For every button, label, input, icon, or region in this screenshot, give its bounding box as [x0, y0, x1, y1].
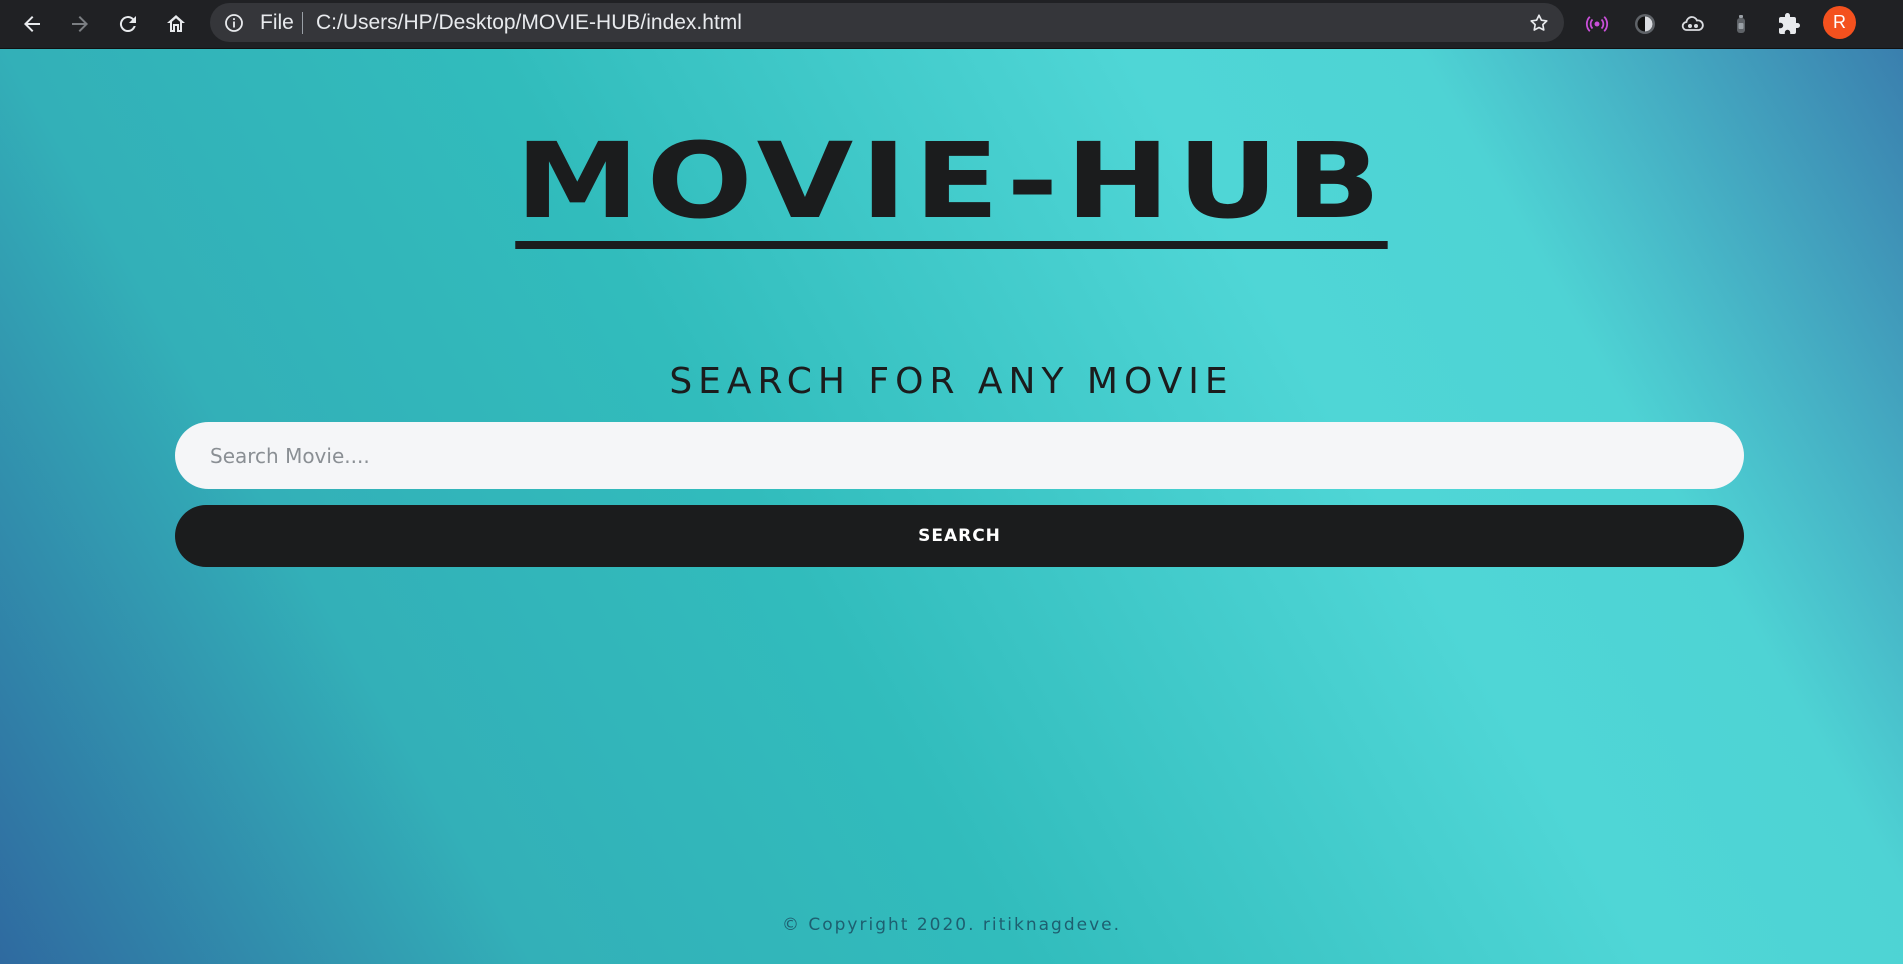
info-icon[interactable] [224, 13, 244, 33]
footer-copyright: © Copyright 2020. ritiknagdeve. [781, 915, 1122, 935]
reload-button[interactable] [113, 9, 143, 39]
extension-dark-mode-icon [1635, 14, 1655, 34]
brand-header: MOVIE-HUB [0, 121, 1903, 249]
extension-cloud-button[interactable] [1678, 9, 1708, 39]
star-icon[interactable] [1528, 12, 1550, 34]
search-heading: SEARCH FOR ANY MOVIE [669, 361, 1234, 402]
extensions-menu-button[interactable] [1774, 9, 1804, 39]
extension-bottle-icon [1737, 15, 1745, 33]
browser-toolbar: File C:/Users/HP/Desktop/MOVIE-HUB/index… [0, 0, 1903, 49]
extension-broadcast-button[interactable] [1582, 9, 1612, 39]
extension-bottle-button[interactable] [1726, 9, 1756, 39]
forward-icon [72, 16, 88, 32]
address-bar[interactable]: File C:/Users/HP/Desktop/MOVIE-HUB/index… [210, 3, 1564, 42]
reload-icon [119, 16, 136, 33]
back-icon [24, 16, 40, 32]
extension-broadcast-icon [1585, 16, 1609, 32]
home-icon [167, 15, 185, 32]
extensions-puzzle-icon [1779, 13, 1800, 34]
extension-cloud-icon [1681, 16, 1704, 31]
back-button[interactable] [17, 9, 47, 39]
forward-button[interactable] [65, 9, 95, 39]
extension-dark-mode-button[interactable] [1630, 9, 1660, 39]
search-button[interactable]: SEARCH [175, 505, 1744, 567]
omnibox-divider [302, 12, 303, 34]
search-input[interactable] [175, 422, 1744, 489]
page-content: MOVIE-HUB SEARCH FOR ANY MOVIE SEARCH © … [0, 49, 1903, 964]
url-text[interactable]: C:/Users/HP/Desktop/MOVIE-HUB/index.html [316, 12, 742, 34]
brand-title: MOVIE-HUB [515, 121, 1388, 249]
profile-avatar[interactable]: R [1823, 6, 1856, 39]
home-button[interactable] [161, 9, 191, 39]
url-scheme-label: File [260, 11, 294, 34]
